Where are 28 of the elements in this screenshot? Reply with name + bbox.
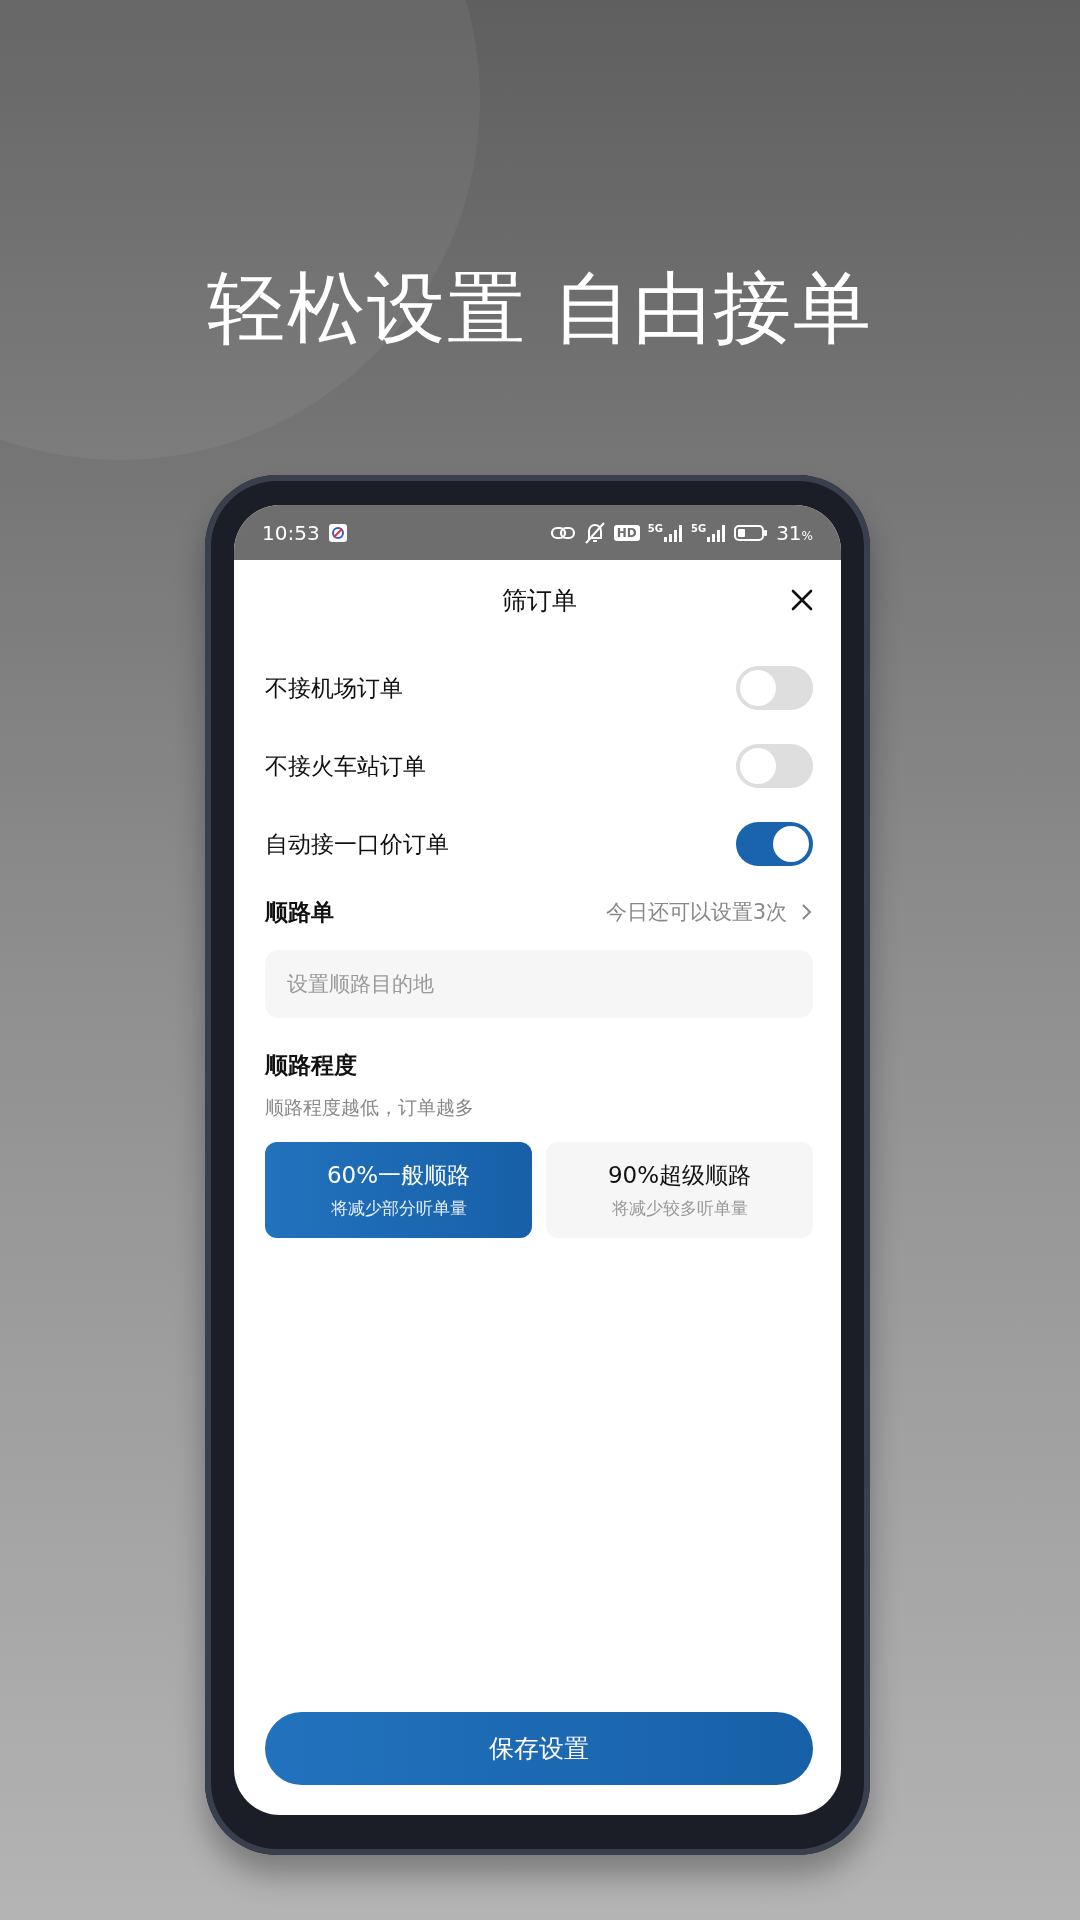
toggle-switch[interactable] [736, 666, 813, 710]
route-option[interactable]: 60%一般顺路 将减少部分听单量 [265, 1142, 532, 1238]
section-hint: 顺路程度越低，订单越多 [265, 1095, 475, 1119]
signal-icon [706, 522, 727, 543]
headline: 轻松设置 自由接单 [205, 262, 875, 355]
remaining-link[interactable]: 今日还可以设置3次 [605, 898, 813, 926]
signal-icon [662, 522, 683, 543]
bell-off-icon [583, 520, 606, 545]
toggle-label: 不接火车站订单 [265, 751, 426, 781]
close-icon[interactable] [791, 589, 813, 611]
status-time: 10:53 [262, 520, 320, 545]
network-label: 5G [647, 522, 663, 534]
sheet-title: 筛订单 [501, 584, 577, 617]
battery-icon [734, 522, 769, 543]
battery-percent: 31% [776, 520, 813, 545]
save-button[interactable]: 保存设置 [265, 1712, 813, 1785]
toggle-label: 自动接一口价订单 [265, 829, 449, 859]
network-label: 5G [690, 522, 707, 534]
route-label: 顺路单 [265, 897, 334, 927]
route-option[interactable]: 90%超级顺路 将减少较多听单量 [546, 1142, 813, 1238]
section-title: 顺路程度 [265, 1051, 358, 1080]
app-icon [327, 522, 348, 543]
toggle-switch[interactable] [736, 744, 813, 788]
chevron-icon [801, 902, 813, 922]
toggle-label: 不接机场订单 [265, 673, 403, 703]
hd-badge: HD [613, 524, 640, 541]
destination-field[interactable]: 设置顺路目的地 [265, 950, 813, 1018]
toggle-switch[interactable] [736, 822, 813, 866]
